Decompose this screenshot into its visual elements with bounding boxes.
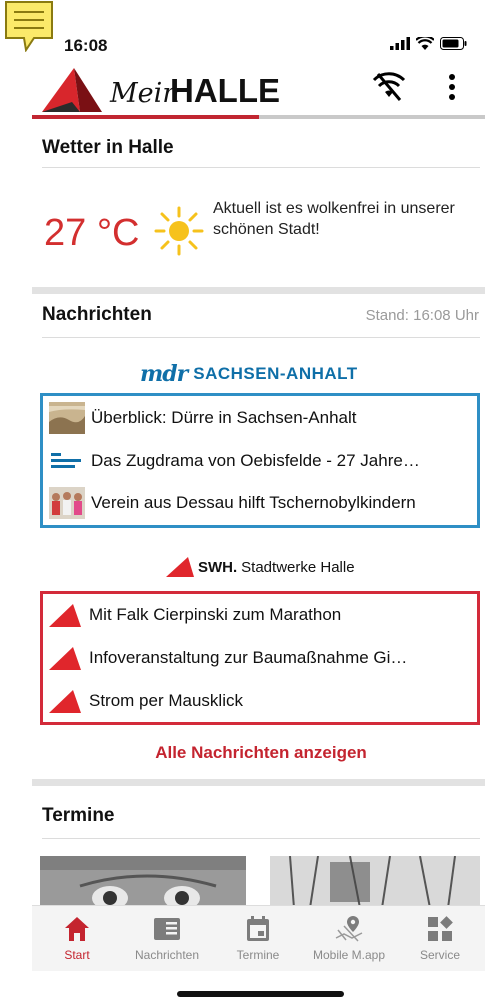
bottom-tab-bar: Start Nachrichten Termine Mobile M.app S…	[32, 905, 485, 971]
landscape-thumb-icon	[49, 402, 85, 434]
weather-description: Aktuell ist es wolkenfrei in unserer sch…	[213, 200, 455, 238]
swh-logo-name: Stadtwerke Halle	[241, 558, 355, 576]
swh-logo-short: SWH.	[198, 558, 238, 576]
swh-triangle-icon	[49, 690, 81, 713]
wifi-icon	[416, 37, 434, 50]
newspaper-icon	[154, 918, 180, 940]
tab-termine[interactable]: Termine	[213, 914, 303, 962]
news-item[interactable]: Verein aus Dessau hilft Tschernobylkinde…	[49, 486, 416, 520]
brand-bold: HALLE	[170, 72, 280, 109]
calendar-icon	[247, 916, 269, 941]
home-icon	[65, 917, 89, 941]
news-item-title: Mit Falk Cierpinski zum Marathon	[89, 605, 342, 624]
status-bar: 16:08	[0, 0, 485, 56]
map-pin-icon	[335, 916, 363, 942]
tab-label: Termine	[236, 948, 280, 962]
mdr-logo-name: SACHSEN-ANHALT	[193, 364, 358, 383]
news-title: Nachrichten	[42, 304, 152, 325]
tab-service[interactable]: Service	[395, 914, 485, 962]
swh-triangle-icon	[166, 557, 194, 577]
swh-triangle-icon	[49, 604, 81, 627]
mdr-logo: mdr SACHSEN-ANHALT	[140, 361, 358, 387]
divider	[42, 167, 480, 168]
home-indicator[interactable]	[177, 991, 344, 997]
news-item-title: Überblick: Dürre in Sachsen-Anhalt	[91, 408, 357, 427]
signal-icon	[390, 37, 410, 50]
loading-progress-fill	[32, 115, 259, 119]
section-separator	[32, 287, 485, 294]
tab-start[interactable]: Start	[32, 914, 122, 962]
mdr-news-list: Überblick: Dürre in Sachsen-Anhalt Das Z…	[40, 393, 480, 528]
news-item[interactable]: Das Zugdrama von Oebisfelde - 27 Jahre…	[49, 444, 420, 478]
divider	[42, 337, 480, 338]
events-title: Termine	[42, 805, 115, 826]
tab-nachrichten[interactable]: Nachrichten	[122, 914, 212, 962]
mdr-sachsen-anhalt-thumb-icon	[49, 445, 85, 477]
news-item-title: Das Zugdrama von Oebisfelde - 27 Jahre…	[91, 451, 420, 470]
news-item-title: Verein aus Dessau hilft Tschernobylkinde…	[91, 493, 416, 512]
swh-triangle-icon	[49, 647, 81, 670]
event-image[interactable]	[40, 856, 246, 908]
news-item-title: Strom per Mausklick	[89, 691, 243, 710]
divider	[42, 838, 480, 839]
sun-icon	[154, 206, 204, 256]
news-item[interactable]: Mit Falk Cierpinski zum Marathon	[49, 598, 341, 632]
tab-label: Service	[419, 948, 460, 962]
all-news-link[interactable]: Alle Nachrichten anzeigen	[0, 743, 485, 763]
battery-icon	[440, 37, 467, 50]
weather-title: Wetter in Halle	[42, 137, 174, 158]
mdr-logo-mark: mdr	[140, 361, 188, 387]
more-menu-icon[interactable]	[440, 70, 464, 104]
tab-label: Nachrichten	[134, 948, 200, 962]
meinhalle-logo[interactable]: Mein HALLE	[42, 64, 294, 114]
swh-logo: SWH. Stadtwerke Halle	[166, 557, 355, 577]
note-icon[interactable]	[4, 0, 54, 52]
group-photo-thumb-icon	[49, 487, 85, 519]
news-timestamp: Stand: 16:08 Uhr	[365, 307, 479, 324]
temperature: 27 °C	[44, 212, 140, 254]
loading-progress	[32, 115, 485, 119]
news-item[interactable]: Überblick: Dürre in Sachsen-Anhalt	[49, 401, 357, 435]
service-grid-icon	[428, 916, 453, 941]
news-item[interactable]: Strom per Mausklick	[49, 684, 243, 718]
swh-news-list: Mit Falk Cierpinski zum Marathon Infover…	[40, 591, 480, 725]
tab-label: Start	[64, 948, 90, 962]
section-separator	[32, 779, 485, 786]
news-item-title: Infoveranstaltung zur Baumaßnahme Gi…	[89, 648, 408, 667]
offline-icon[interactable]	[372, 72, 406, 102]
clock: 16:08	[64, 36, 108, 55]
news-item[interactable]: Infoveranstaltung zur Baumaßnahme Gi…	[49, 641, 407, 675]
event-image[interactable]	[270, 856, 480, 908]
tab-mobile-mapp[interactable]: Mobile M.app	[304, 914, 394, 962]
tab-label: Mobile M.app	[312, 948, 386, 962]
app-header: Mein HALLE	[0, 56, 485, 118]
